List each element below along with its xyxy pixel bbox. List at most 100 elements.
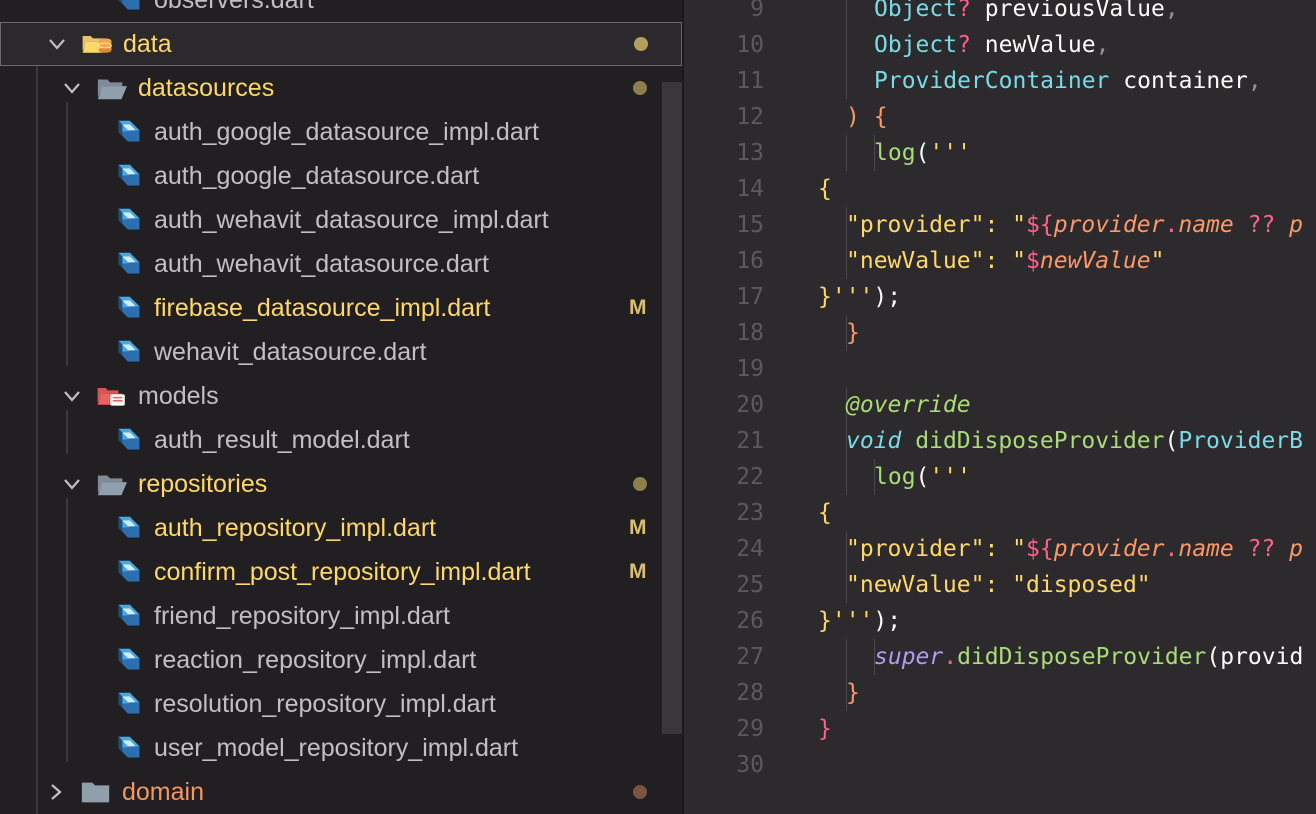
chevron-down-icon[interactable] (61, 77, 83, 99)
code-line[interactable]: 30 (684, 747, 1316, 783)
code-token: newValue (1039, 248, 1151, 274)
code-token: ( (1164, 428, 1179, 454)
dart-file-icon (112, 205, 144, 235)
code-token: ) { (846, 104, 888, 130)
file-row[interactable]: firebase_datasource_impl.dart M (0, 286, 682, 330)
code-line[interactable]: 9 Object? previousValue, (684, 0, 1316, 27)
explorer-scrollbar[interactable] (662, 82, 682, 734)
git-status-badge: M (629, 296, 647, 319)
code-token: "provider": " (846, 212, 1027, 238)
code-line[interactable]: 25 "newValue": "disposed" (684, 567, 1316, 603)
code-line[interactable]: 21 void didDisposeProvider(ProviderB (684, 423, 1316, 459)
code-line[interactable]: 28} (684, 675, 1316, 711)
tree-item-label: observers.dart (154, 0, 314, 14)
tree-item-label: auth_repository_impl.dart (154, 514, 437, 542)
line-number: 14 (736, 176, 764, 202)
code-line[interactable]: 19 (684, 351, 1316, 387)
tree-item-label: resolution_repository_impl.dart (154, 690, 496, 718)
code-text: void didDisposeProvider(ProviderB (846, 423, 1303, 459)
code-token: didDisposeProvider (957, 644, 1207, 670)
tree-item-label: domain (122, 778, 204, 806)
code-token: . (1164, 536, 1179, 562)
dart-file-icon (112, 557, 144, 587)
chevron-down-icon[interactable] (61, 473, 83, 495)
file-row[interactable]: friend_repository_impl.dart (0, 594, 682, 638)
code-line[interactable]: 27 super.didDisposeProvider(provid (684, 639, 1316, 675)
chevron-down-icon[interactable] (61, 385, 83, 407)
file-row[interactable]: user_model_repository_impl.dart (0, 726, 682, 770)
code-line[interactable]: 17}'''); (684, 279, 1316, 315)
tree-item-label: models (138, 382, 219, 410)
code-line[interactable]: 14 { (684, 171, 1316, 207)
folder-row[interactable]: domain (0, 770, 682, 814)
file-row[interactable]: wehavit_datasource.dart (0, 330, 682, 374)
modified-indicator-dot (633, 477, 647, 491)
file-row[interactable]: auth_google_datasource_impl.dart (0, 110, 682, 154)
line-number: 23 (736, 500, 764, 526)
folder-row[interactable]: models (0, 374, 682, 418)
code-line[interactable]: 15 "provider": "${provider.name ?? p (684, 207, 1316, 243)
folder-row[interactable]: repositories (0, 462, 682, 506)
line-number: 11 (736, 68, 764, 94)
file-row[interactable]: auth_wehavit_datasource_impl.dart (0, 198, 682, 242)
file-row[interactable]: resolution_repository_impl.dart (0, 682, 682, 726)
tree-item-label: repositories (138, 470, 268, 498)
tree-item-label: user_model_repository_impl.dart (154, 734, 519, 762)
code-line[interactable]: 11 ProviderContainer container, (684, 63, 1316, 99)
dart-file-icon (112, 425, 144, 455)
code-text: } (846, 675, 860, 711)
dart-file-icon (112, 513, 144, 543)
tree-item-label: auth_result_model.dart (154, 426, 410, 454)
code-line[interactable]: 16 "newValue": "$newValue" (684, 243, 1316, 279)
line-number: 9 (750, 0, 764, 22)
file-row[interactable]: auth_google_datasource.dart (0, 154, 682, 198)
code-editor[interactable]: 9 Object? previousValue, 10 Object? newValu… (684, 0, 1316, 814)
code-text: "newValue": "$newValue" (846, 243, 1165, 279)
folder-row[interactable]: data (0, 22, 682, 66)
tree-item-label: reaction_repository_impl.dart (154, 646, 477, 674)
line-number: 16 (736, 248, 764, 274)
code-token: "provider": " (846, 536, 1027, 562)
code-line[interactable]: 20 @override (684, 387, 1316, 423)
chevron-down-icon[interactable] (46, 33, 68, 55)
tree-item-label: confirm_post_repository_impl.dart (154, 558, 531, 586)
code-line[interactable]: 13 log(''' (684, 135, 1316, 171)
code-line[interactable]: 29} (684, 711, 1316, 747)
code-line[interactable]: 18} (684, 315, 1316, 351)
chevron-right-icon[interactable] (45, 781, 67, 803)
code-token: "newValue": "disposed" (846, 572, 1151, 598)
code-line[interactable]: 26}'''); (684, 603, 1316, 639)
tree-item-label: firebase_datasource_impl.dart (154, 294, 491, 322)
dart-file-icon (112, 293, 144, 323)
code-token: ); (873, 284, 902, 310)
code-token: provid (1220, 644, 1304, 670)
folder-row[interactable]: datasources (0, 66, 682, 110)
dart-file-icon (112, 645, 144, 675)
code-line[interactable]: 10 Object? newValue, (684, 27, 1316, 63)
modified-indicator-dot (633, 785, 647, 799)
code-token: container (1109, 68, 1248, 94)
file-row[interactable]: auth_result_model.dart (0, 418, 682, 462)
code-text: "provider": "${provider.name ?? p (846, 207, 1303, 243)
tree-item-label: data (123, 30, 172, 58)
code-line[interactable]: 23 { (684, 495, 1316, 531)
tree-item-label: auth_wehavit_datasource_impl.dart (154, 206, 549, 234)
code-text: }'''); (818, 279, 901, 315)
code-text: @override (846, 387, 971, 423)
code-token: provider (1053, 212, 1165, 238)
file-row[interactable]: observers.dart (0, 0, 682, 22)
file-row[interactable]: reaction_repository_impl.dart (0, 638, 682, 682)
code-line[interactable]: 12) { (684, 99, 1316, 135)
code-text: Object? newValue, (874, 27, 1109, 63)
file-row[interactable]: auth_repository_impl.dart M (0, 506, 682, 550)
code-line[interactable]: 24 "provider": "${provider.name ?? p (684, 531, 1316, 567)
tree-item-label: datasources (138, 74, 275, 102)
file-row[interactable]: confirm_post_repository_impl.dart M (0, 550, 682, 594)
dart-file-icon (112, 0, 144, 15)
code-line[interactable]: 22 log(''' (684, 459, 1316, 495)
git-status-badge: M (629, 560, 647, 583)
code-token: name (1178, 536, 1234, 562)
code-token: log (874, 140, 916, 166)
code-text: } (846, 315, 860, 351)
file-row[interactable]: auth_wehavit_datasource.dart (0, 242, 682, 286)
